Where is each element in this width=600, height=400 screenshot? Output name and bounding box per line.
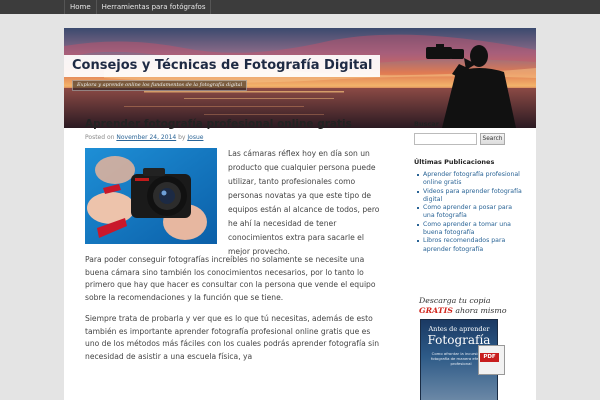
nav-item-herramientas[interactable]: Herramientas para fotógrafos	[95, 0, 212, 14]
pdf-icon: PDF	[478, 345, 505, 375]
promo-free-label: GRATIS	[419, 306, 453, 315]
sidebar: Buscar Search Últimas Publicaciones Apre…	[414, 120, 524, 254]
post-thumbnail-image[interactable]	[85, 148, 217, 244]
search-button[interactable]: Search	[480, 133, 505, 145]
top-navigation: Home Herramientas para fotógrafos	[0, 0, 600, 14]
page-container: Consejos y Técnicas de Fotografía Digita…	[64, 28, 536, 400]
post-paragraph: Siempre trata de probarla y ver que es l…	[85, 314, 380, 361]
post-intro: Las cámaras réflex hoy en día son un pro…	[85, 148, 385, 256]
search-form: Search	[414, 133, 524, 145]
nav-item-home[interactable]: Home	[64, 0, 96, 14]
promo-line-2-rest: ahora mismo	[452, 306, 507, 315]
site-title[interactable]: Consejos y Técnicas de Fotografía Digita…	[64, 55, 381, 77]
recent-post-link[interactable]: Como aprender a tomar una buena fotograf…	[414, 221, 524, 238]
book-title-small: Antes de aprender	[428, 325, 490, 333]
recent-posts-heading: Últimas Publicaciones	[414, 158, 495, 166]
promo-line-2: GRATIS ahora mismo	[419, 306, 507, 315]
meta-by: by	[178, 134, 186, 141]
sunset-photographer-image	[64, 28, 536, 128]
ebook-promo[interactable]: Descarga tu copia GRATIS ahora mismo Ant…	[414, 290, 526, 400]
post-paragraph: Para poder conseguir fotografías increíb…	[85, 255, 376, 302]
header-banner[interactable]: Consejos y Técnicas de Fotografía Digita…	[64, 28, 536, 128]
main-content: Aprender fotografía profesional online g…	[85, 118, 385, 372]
recent-post-link[interactable]: Libros recomendados para aprender fotogr…	[414, 237, 524, 254]
recent-post-link[interactable]: Como aprender a posar para una fotografí…	[414, 204, 524, 221]
recent-post-link[interactable]: Videos para aprender fotografía digital	[414, 188, 524, 205]
post-author-link[interactable]: Josue	[187, 134, 203, 141]
search-input[interactable]	[414, 133, 477, 145]
post-intro-text: Las cámaras réflex hoy en día son un pro…	[228, 149, 380, 256]
post-date-link[interactable]: November 24, 2014	[116, 134, 176, 141]
site-description: Explora y aprende online los fundamentos…	[72, 80, 248, 91]
search-heading: Buscar	[414, 120, 439, 128]
post-title[interactable]: Aprender fotografía profesional online g…	[85, 118, 385, 130]
meta-prefix: Posted on	[85, 134, 115, 141]
post-meta: Posted on November 24, 2014 by Josue	[85, 134, 385, 141]
recent-post-link[interactable]: Aprender fotografía profesional online g…	[414, 171, 524, 188]
promo-line-1: Descarga tu copia	[419, 296, 491, 305]
pdf-label: PDF	[480, 353, 499, 362]
recent-posts-list: Aprender fotografía profesional online g…	[414, 171, 524, 254]
